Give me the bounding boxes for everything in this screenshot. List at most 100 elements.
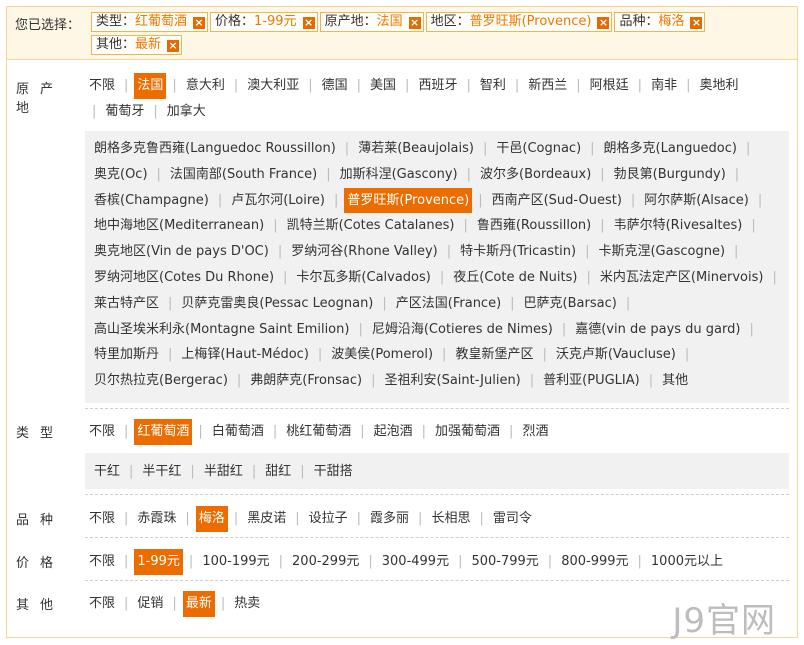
region-option[interactable]: 弗朗萨克(Fronsac): [247, 368, 365, 394]
other-option[interactable]: 促销: [134, 591, 166, 617]
region-option[interactable]: 勃艮第(Burgundy): [611, 162, 729, 188]
region-option[interactable]: 夜丘(Cote de Nuits): [450, 265, 580, 291]
region-option[interactable]: 嘉德(vin de pays du gard): [572, 317, 743, 343]
region-option[interactable]: 贝尔热拉克(Bergerac): [91, 368, 231, 394]
region-option[interactable]: 波美侯(Pomerol): [328, 342, 436, 368]
other-option[interactable]: 最新: [182, 591, 215, 617]
other-option[interactable]: 不限: [86, 591, 118, 617]
region-option[interactable]: 普利亚(PUGLIA): [540, 368, 643, 394]
region-option[interactable]: 朗格多克(Languedoc): [601, 136, 740, 162]
separator: |: [326, 166, 331, 182]
region-option[interactable]: 波尔多(Bordeaux): [477, 162, 594, 188]
region-option[interactable]: 朗格多克鲁西雍(Languedoc Roussillon): [91, 136, 339, 162]
variety-option[interactable]: 不限: [86, 506, 118, 532]
region-option[interactable]: 教皇新堡产区: [452, 342, 536, 368]
subtype-option[interactable]: 干红: [91, 459, 123, 485]
region-option[interactable]: 韦萨尔特(Rivesaltes): [611, 213, 746, 239]
region-option[interactable]: 卡斯克涅(Gascogne): [595, 239, 728, 265]
region-option[interactable]: 罗纳河谷(Rhone Valley): [288, 239, 441, 265]
variety-option[interactable]: 设拉子: [306, 506, 351, 532]
subtype-option[interactable]: 干甜搭: [311, 459, 356, 485]
region-option[interactable]: 巴萨克(Barsac): [521, 291, 620, 317]
region-option[interactable]: 罗纳河地区(Cotes Du Rhone): [91, 265, 277, 291]
remove-filter-icon[interactable]: ×: [167, 40, 180, 52]
price-option[interactable]: 500-799元: [468, 549, 541, 575]
separator: |: [185, 511, 190, 526]
region-option[interactable]: 特里加斯丹: [91, 342, 162, 368]
price-option[interactable]: 200-299元: [289, 549, 362, 575]
origin-option[interactable]: 加拿大: [164, 99, 209, 125]
type-option[interactable]: 起泡酒: [371, 419, 416, 445]
subtype-option[interactable]: 半甜红: [201, 459, 246, 485]
price-option[interactable]: 100-199元: [199, 549, 272, 575]
region-option[interactable]: 产区法国(France): [393, 291, 504, 317]
remove-filter-icon[interactable]: ×: [302, 17, 315, 29]
variety-option[interactable]: 梅洛: [195, 506, 228, 532]
remove-filter-icon[interactable]: ×: [690, 17, 703, 29]
origin-option[interactable]: 德国: [319, 73, 351, 99]
separator: |: [356, 78, 362, 93]
type-option[interactable]: 加强葡萄酒: [432, 419, 503, 445]
region-option[interactable]: 香槟(Champagne): [91, 188, 212, 214]
origin-option[interactable]: 奥地利: [696, 73, 741, 99]
region-option[interactable]: 卢瓦尔河(Loire): [228, 188, 328, 214]
type-option[interactable]: 白葡萄酒: [209, 419, 267, 445]
region-option[interactable]: 上梅铎(Haut-Médoc): [178, 342, 311, 368]
price-option[interactable]: 1000元以上: [648, 549, 726, 575]
region-option[interactable]: 特卡斯丹(Tricastin): [457, 239, 579, 265]
other-option[interactable]: 热卖: [231, 591, 263, 617]
origin-option[interactable]: 阿根廷: [587, 73, 632, 99]
region-option[interactable]: 米内瓦法定产区(Minervois): [597, 265, 767, 291]
subtype-option[interactable]: 甜红: [262, 459, 294, 485]
separator: |: [317, 347, 323, 363]
region-option[interactable]: 莱古特产区: [91, 291, 162, 317]
remove-filter-icon[interactable]: ×: [597, 17, 610, 29]
region-option[interactable]: 鲁西雍(Roussillon): [474, 213, 594, 239]
origin-option[interactable]: 新西兰: [525, 73, 570, 99]
origin-option[interactable]: 南非: [648, 73, 680, 99]
variety-option[interactable]: 霞多丽: [367, 506, 412, 532]
remove-filter-icon[interactable]: ×: [193, 17, 206, 29]
origin-option[interactable]: 葡萄牙: [102, 99, 147, 125]
region-option[interactable]: 薄若莱(Beaujolais): [355, 136, 477, 162]
region-option[interactable]: 圣祖利安(Saint-Julien): [382, 368, 524, 394]
region-option[interactable]: 地中海地区(Mediterranean): [91, 213, 267, 239]
region-option[interactable]: 高山圣埃米利永(Montagne Saint Emilion): [91, 317, 352, 343]
region-option[interactable]: 普罗旺斯(Provence): [344, 187, 473, 214]
region-option[interactable]: 西南产区(Sud-Ouest): [489, 188, 625, 214]
region-option[interactable]: 加斯科涅(Gascony): [337, 162, 461, 188]
origin-option[interactable]: 不限: [86, 73, 118, 99]
region-option[interactable]: 凯特兰斯(Cotes Catalanes): [284, 213, 458, 239]
region-option[interactable]: 卡尔瓦多斯(Calvados): [293, 265, 433, 291]
subtype-option[interactable]: 半干红: [139, 459, 184, 485]
type-option[interactable]: 红葡萄酒: [134, 419, 193, 445]
type-option[interactable]: 桃红葡萄酒: [283, 419, 354, 445]
price-option[interactable]: 800-999元: [558, 549, 631, 575]
type-option[interactable]: 烈酒: [519, 419, 551, 445]
variety-option[interactable]: 雷司令: [490, 506, 535, 532]
region-option[interactable]: 阿尔萨斯(Alsace): [641, 188, 752, 214]
price-option[interactable]: 300-499元: [379, 549, 452, 575]
type-option[interactable]: 不限: [86, 419, 118, 445]
variety-option[interactable]: 黑皮诺: [244, 506, 289, 532]
region-option[interactable]: 法国南部(South France): [167, 162, 320, 188]
origin-option[interactable]: 西班牙: [415, 73, 460, 99]
region-option[interactable]: 奥克(Oc): [91, 162, 151, 188]
region-option[interactable]: 尼姆沿海(Cotieres de Nimes): [369, 317, 556, 343]
region-option[interactable]: 干邑(Cognac): [493, 136, 584, 162]
origin-option[interactable]: 澳大利亚: [244, 73, 302, 99]
origin-option[interactable]: 法国: [134, 73, 167, 99]
selected-filter-chip: 品种：梅洛 ×: [614, 12, 706, 32]
price-option[interactable]: 不限: [86, 549, 118, 575]
remove-filter-icon[interactable]: ×: [408, 17, 421, 29]
region-option[interactable]: 奥克地区(Vin de pays D'OC): [91, 239, 272, 265]
origin-option[interactable]: 美国: [367, 73, 399, 99]
variety-option[interactable]: 长相思: [428, 506, 473, 532]
region-option[interactable]: 贝萨克雷奥良(Pessac Leognan): [178, 291, 376, 317]
price-option[interactable]: 1-99元: [134, 549, 183, 575]
origin-option[interactable]: 智利: [477, 73, 509, 99]
origin-option[interactable]: 意大利: [183, 73, 228, 99]
region-option[interactable]: 沃克卢斯(Vaucluse): [553, 342, 679, 368]
variety-option[interactable]: 赤霞珠: [134, 506, 179, 532]
region-option[interactable]: 其他: [659, 368, 691, 394]
